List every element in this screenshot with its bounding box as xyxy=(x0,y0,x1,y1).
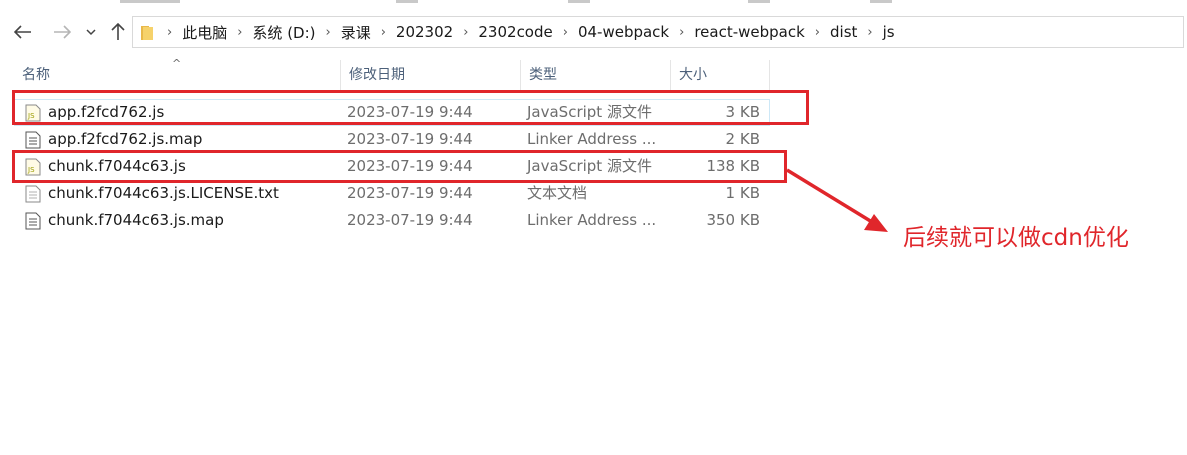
annotation-text: 后续就可以做cdn优化 xyxy=(903,225,1129,251)
